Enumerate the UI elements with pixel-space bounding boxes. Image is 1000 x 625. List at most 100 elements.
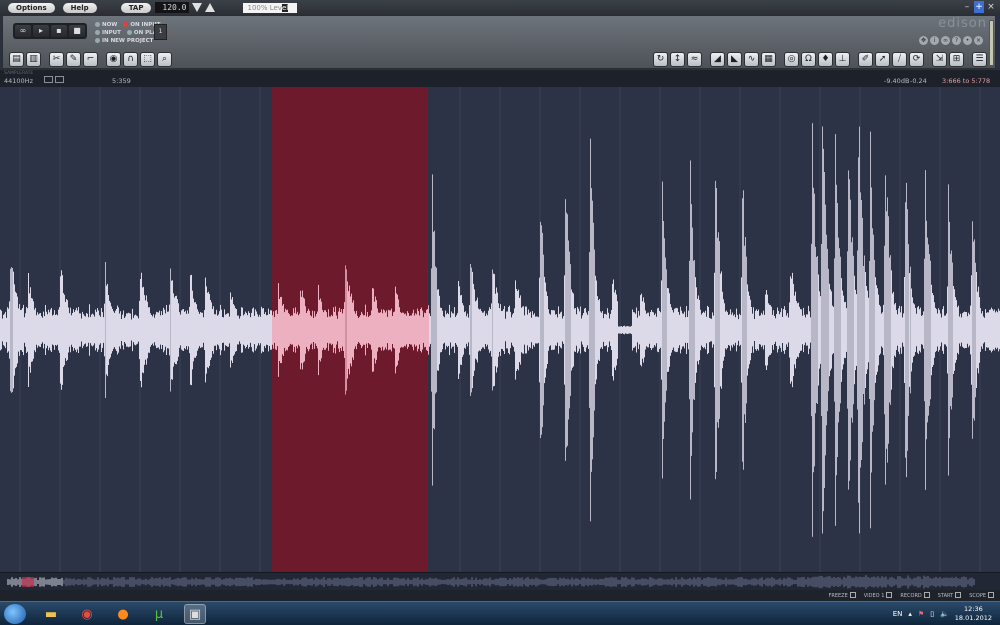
fade-in-icon[interactable]: ◢ — [710, 52, 725, 67]
regenerate-icon[interactable]: ⟳ — [909, 52, 924, 67]
open-icon[interactable]: ▥ — [26, 52, 41, 67]
radio-icon — [95, 22, 100, 27]
samplerate-label: SAMPLERATE — [4, 71, 34, 76]
windows-taskbar: ▬ ◉ ● µ ▣ EN ▴ ⚑ ▯ 🔈 12:36 18.01.2012 — [0, 601, 1000, 625]
stop-button[interactable]: ■ — [69, 25, 85, 37]
view-icon[interactable]: ◉ — [106, 52, 121, 67]
overview-selection[interactable] — [22, 577, 34, 587]
play-button[interactable]: ▸ — [33, 25, 49, 37]
close-panel-icon[interactable]: × — [974, 36, 983, 45]
firefox-icon[interactable]: ● — [112, 604, 134, 624]
slot-selector[interactable]: 1 — [154, 24, 167, 40]
utorrent-icon[interactable]: µ — [148, 604, 170, 624]
link-icon[interactable]: ∞ — [941, 36, 950, 45]
maximize-icon[interactable]: + — [974, 1, 984, 13]
radio-icon — [95, 38, 100, 43]
waveform-view[interactable] — [0, 87, 1000, 572]
brand-logo: edison — [938, 16, 987, 31]
select-icon[interactable]: ⬚ — [140, 52, 155, 67]
start-button[interactable] — [4, 604, 26, 624]
explorer-icon[interactable]: ▬ — [40, 604, 62, 624]
tempo-down-icon[interactable] — [192, 3, 203, 12]
peak-value: -0.24 — [910, 77, 927, 85]
info-strip: SAMPLERATE 44100Hz 5:359 -9.40dB -0.24 3… — [0, 70, 1000, 87]
move-icon[interactable]: ✥ — [919, 36, 928, 45]
pointer-icon[interactable]: ➚ — [875, 52, 890, 67]
scope-toggle[interactable]: SCOPE — [969, 592, 994, 599]
zoom-icon[interactable]: ⌕ — [157, 52, 172, 67]
record-options: NOW ON INPUT INPUT ON PLAY IN NEW PROJEC… — [95, 21, 160, 45]
panel-scrollbar[interactable] — [989, 20, 994, 66]
tap-tempo-button[interactable]: TAP — [120, 2, 152, 13]
options-button[interactable]: Options — [8, 2, 55, 13]
send-to-sampler-icon[interactable]: ⊞ — [949, 52, 964, 67]
tune-icon[interactable]: ↕ — [670, 52, 685, 67]
in-new-project-option[interactable]: IN NEW PROJECT — [95, 37, 160, 45]
radio-selected-icon — [123, 22, 129, 27]
channel-right-toggle[interactable] — [55, 76, 64, 83]
settings-icon[interactable]: • — [963, 36, 972, 45]
waveform-canvas[interactable] — [0, 87, 1000, 572]
eq-icon[interactable]: ≈ — [687, 52, 702, 67]
waveform-overview[interactable] — [0, 572, 1000, 590]
tool-strip: ↻ ↕ ≈ ◢ ◣ ∿ ▦ ◎ Ω ♦ ⊥ ✐ ➚ ⧸ ⟳ ⇲ ⊞ ☰ — [653, 52, 987, 67]
slice-icon[interactable]: ⧸ — [892, 52, 907, 67]
tray-arrow-icon[interactable]: ▴ — [908, 610, 912, 618]
loop-tool-icon[interactable]: ↻ — [653, 52, 668, 67]
info-icon[interactable]: i — [930, 36, 939, 45]
channel-toggles — [44, 76, 64, 83]
loop-button[interactable]: ∞ — [15, 25, 31, 37]
hint-cursor-text: el — [281, 3, 289, 12]
level-value: -9.40dB — [884, 77, 910, 85]
clock-date: 18.01.2012 — [954, 614, 992, 622]
save-icon[interactable]: ▤ — [9, 52, 24, 67]
volume-icon[interactable]: 🔈 — [940, 610, 949, 618]
chrome-icon[interactable]: ◉ — [76, 604, 98, 624]
help-button[interactable]: Help — [62, 2, 97, 13]
record-toggle[interactable]: RECORD — [900, 592, 929, 599]
pencil-icon[interactable]: ✐ — [858, 52, 873, 67]
menu-bar: Options Help TAP 120.0 100% Level – + × — [0, 0, 1000, 15]
network-icon[interactable]: ▯ — [930, 610, 934, 618]
flag-icon[interactable]: ⚑ — [918, 610, 924, 618]
length-value: 5:359 — [112, 77, 131, 85]
panel-corner-icons: ✥ i ∞ ? • × — [919, 36, 983, 45]
record-now-option[interactable]: NOW — [95, 21, 117, 29]
bottom-toggles: FREEZE VIDEO 1 RECORD START SCOPE — [829, 592, 995, 599]
magnet-icon[interactable]: ∩ — [123, 52, 138, 67]
file-tools: ▤ ▥ ✂ ✎ ⌐ ◉ ∩ ⬚ ⌕ — [9, 52, 172, 67]
fl-studio-icon[interactable]: ▣ — [184, 604, 206, 624]
spectral-icon[interactable]: Ω — [801, 52, 816, 67]
channel-left-toggle[interactable] — [44, 76, 53, 83]
taskbar-apps: ▬ ◉ ● µ ▣ — [40, 604, 206, 624]
minimize-icon[interactable]: – — [962, 1, 972, 13]
tempo-up-icon[interactable] — [205, 3, 216, 12]
cut-icon[interactable]: ✂ — [49, 52, 64, 67]
send-to-playlist-icon[interactable]: ⇲ — [932, 52, 947, 67]
radio-icon — [95, 30, 100, 35]
radio-icon — [126, 30, 132, 35]
start-toggle[interactable]: START — [938, 592, 961, 599]
system-tray: EN ▴ ⚑ ▯ 🔈 12:36 18.01.2012 — [893, 605, 992, 623]
close-icon[interactable]: × — [986, 1, 996, 13]
clock[interactable]: 12:36 18.01.2012 — [955, 605, 992, 623]
hint-text: 100% Lev — [247, 3, 282, 12]
edit-icon[interactable]: ✎ — [66, 52, 81, 67]
language-indicator[interactable]: EN — [893, 610, 903, 618]
fade-out-icon[interactable]: ◣ — [727, 52, 742, 67]
tempo-display[interactable]: 120.0 — [155, 2, 190, 13]
hint-bar: 100% Level — [243, 2, 298, 13]
input-option[interactable]: INPUT — [95, 29, 121, 37]
overview-canvas[interactable] — [0, 573, 1000, 591]
envelope-icon[interactable]: ∿ — [744, 52, 759, 67]
normalize-icon[interactable]: ▦ — [761, 52, 776, 67]
blur-icon[interactable]: ◎ — [784, 52, 799, 67]
pause-button[interactable]: ▪ — [51, 25, 67, 37]
freeze-toggle[interactable]: FREEZE — [829, 592, 856, 599]
marker-icon[interactable]: ⌐ — [83, 52, 98, 67]
drop-icon[interactable]: ♦ — [818, 52, 833, 67]
video-toggle[interactable]: VIDEO 1 — [864, 592, 893, 599]
help-icon[interactable]: ? — [952, 36, 961, 45]
properties-icon[interactable]: ☰ — [972, 52, 987, 67]
denoise-icon[interactable]: ⊥ — [835, 52, 850, 67]
